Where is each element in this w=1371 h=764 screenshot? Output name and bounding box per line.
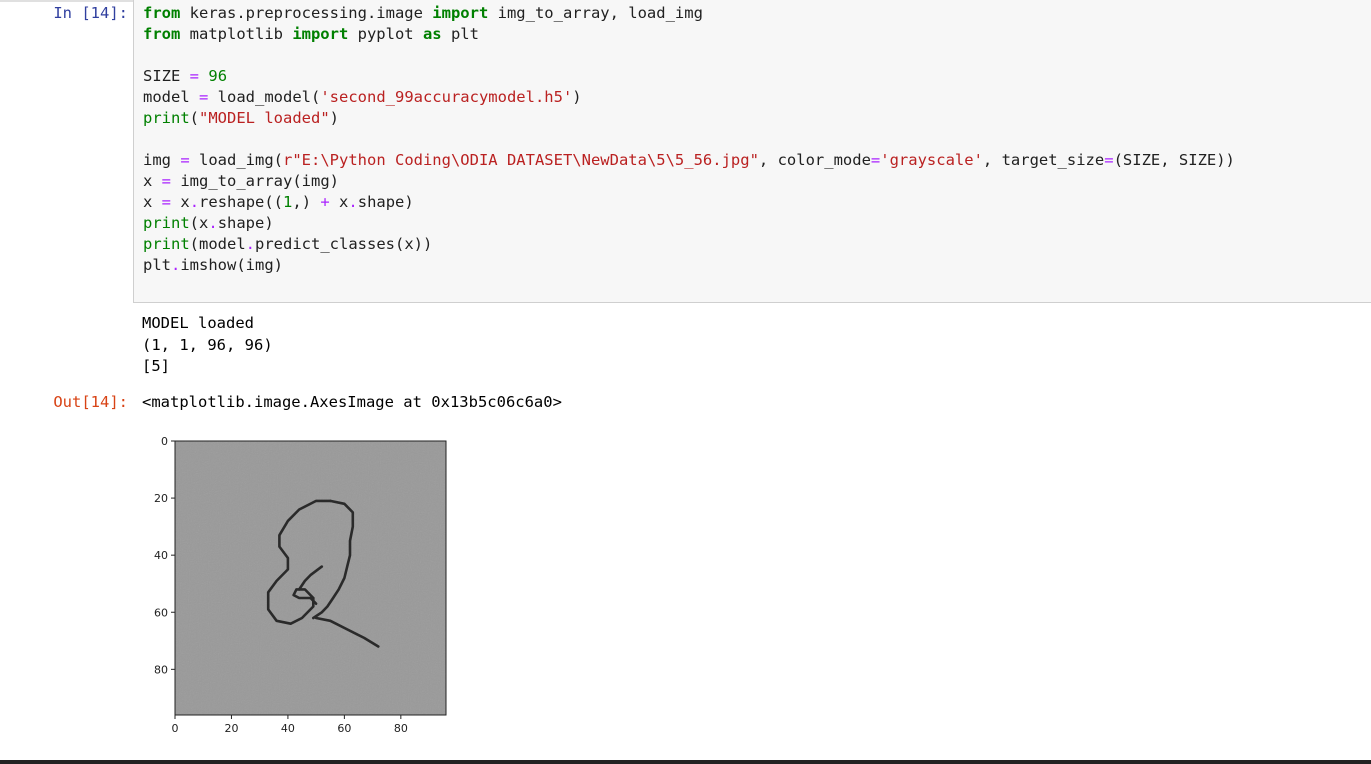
y-tick-label: 80	[154, 663, 168, 676]
code-token: pyplot	[348, 25, 423, 43]
stdout-line: MODEL loaded	[142, 314, 254, 332]
code-token: from	[143, 25, 181, 43]
code-line: plt.imshow(img)	[143, 256, 283, 274]
code-token: img	[143, 151, 181, 169]
code-token: SIZE	[143, 67, 190, 85]
code-token: plt	[143, 256, 171, 274]
code-token: =	[1104, 151, 1114, 169]
code-token: img_to_array(img)	[171, 172, 339, 190]
code-token: ,)	[292, 193, 321, 211]
code-line: print(model.predict_classes(x))	[143, 235, 432, 253]
x-tick-label: 20	[224, 722, 238, 735]
x-tick-label: 40	[281, 722, 295, 735]
code-token: as	[422, 25, 442, 43]
code-line: SIZE = 96	[143, 67, 227, 85]
code-token: imshow(img)	[180, 256, 283, 274]
code-token: x	[171, 193, 190, 211]
code-token: (SIZE, SIZE))	[1113, 151, 1235, 169]
code-line: print(x.shape)	[143, 214, 274, 232]
code-token: load_img(	[189, 151, 283, 169]
code-token: import	[432, 4, 489, 22]
code-token: .	[348, 193, 358, 211]
code-token: r"E:\Python Coding\ODIA DATASET\NewData\…	[283, 151, 759, 169]
code-token: plt	[441, 25, 479, 43]
code-token: x	[143, 193, 162, 211]
code-token: .	[208, 214, 218, 232]
code-token: .	[189, 193, 200, 211]
code-token: matplotlib	[180, 25, 293, 43]
code-token: keras.preprocessing.image	[180, 4, 433, 22]
code-token: import	[292, 25, 349, 43]
code-editor[interactable]: from keras.preprocessing.image import im…	[143, 3, 1235, 276]
imshow-plot: 0 20 40 60 80 0 20 40 60 80	[154, 435, 447, 735]
code-token: load_model(	[208, 88, 321, 106]
code-token: reshape((	[199, 193, 284, 211]
code-token: print	[143, 235, 190, 253]
code-token: .	[245, 235, 256, 253]
code-line: from matplotlib import pyplot as plt	[143, 25, 479, 43]
input-prompt: In [14]:	[53, 4, 128, 22]
code-line: img = load_img(r"E:\Python Coding\ODIA D…	[143, 151, 1235, 169]
code-token: )	[572, 88, 582, 106]
code-token: , color_mode	[758, 151, 871, 169]
image-pixels	[175, 441, 446, 715]
code-token: "MODEL loaded"	[199, 109, 330, 127]
code-token: 1	[283, 193, 293, 211]
code-token: .	[171, 256, 181, 274]
stdout-output: MODEL loaded (1, 1, 96, 96) [5]	[142, 313, 273, 378]
code-token: =	[161, 172, 172, 190]
code-token: (x	[189, 214, 209, 232]
code-line: x = x.reshape((1,) + x.shape)	[143, 193, 414, 211]
y-tick-label: 40	[154, 549, 168, 562]
code-token: x	[329, 193, 349, 211]
plot-area: 0 20 40 60 80 0 20 40 60 80	[154, 435, 447, 735]
code-token: x	[143, 172, 162, 190]
output-prompt: Out[14]:	[53, 393, 128, 411]
code-token: (model	[189, 235, 246, 253]
output-result: <matplotlib.image.AxesImage at 0x13b5c06…	[142, 393, 562, 411]
code-token: =	[199, 88, 209, 106]
code-token: img_to_array, load_img	[488, 4, 703, 22]
x-tick-label: 80	[394, 722, 408, 735]
window-bottom-edge	[0, 760, 1371, 764]
code-line: model = load_model('second_99accuracymod…	[143, 88, 582, 106]
code-line: x = img_to_array(img)	[143, 172, 339, 190]
code-token: 96	[208, 67, 228, 85]
code-token: print	[143, 109, 190, 127]
code-line: from keras.preprocessing.image import im…	[143, 4, 703, 22]
code-token: , target_size	[982, 151, 1105, 169]
y-tick-label: 0	[161, 435, 168, 448]
code-token: (	[189, 109, 200, 127]
code-token: =	[189, 67, 200, 85]
y-tick-label: 60	[154, 606, 168, 619]
code-token: =	[870, 151, 881, 169]
code-line: print("MODEL loaded")	[143, 109, 339, 127]
stdout-line: [5]	[142, 357, 170, 375]
code-token: model	[143, 88, 199, 106]
code-token: =	[161, 193, 172, 211]
y-tick-label: 20	[154, 492, 168, 505]
code-token: +	[320, 193, 330, 211]
code-token: 'second_99accuracymodel.h5'	[320, 88, 573, 106]
code-token: print	[143, 214, 190, 232]
code-token: 'grayscale'	[880, 151, 983, 169]
code-token: shape)	[217, 214, 274, 232]
code-token: predict_classes(x))	[255, 235, 433, 253]
x-tick-label: 0	[172, 722, 179, 735]
code-token: from	[143, 4, 181, 22]
code-token: =	[180, 151, 190, 169]
code-token: shape)	[357, 193, 414, 211]
image-panel	[175, 441, 446, 715]
x-tick-label: 60	[337, 722, 351, 735]
code-token: )	[329, 109, 340, 127]
stdout-line: (1, 1, 96, 96)	[142, 335, 273, 354]
